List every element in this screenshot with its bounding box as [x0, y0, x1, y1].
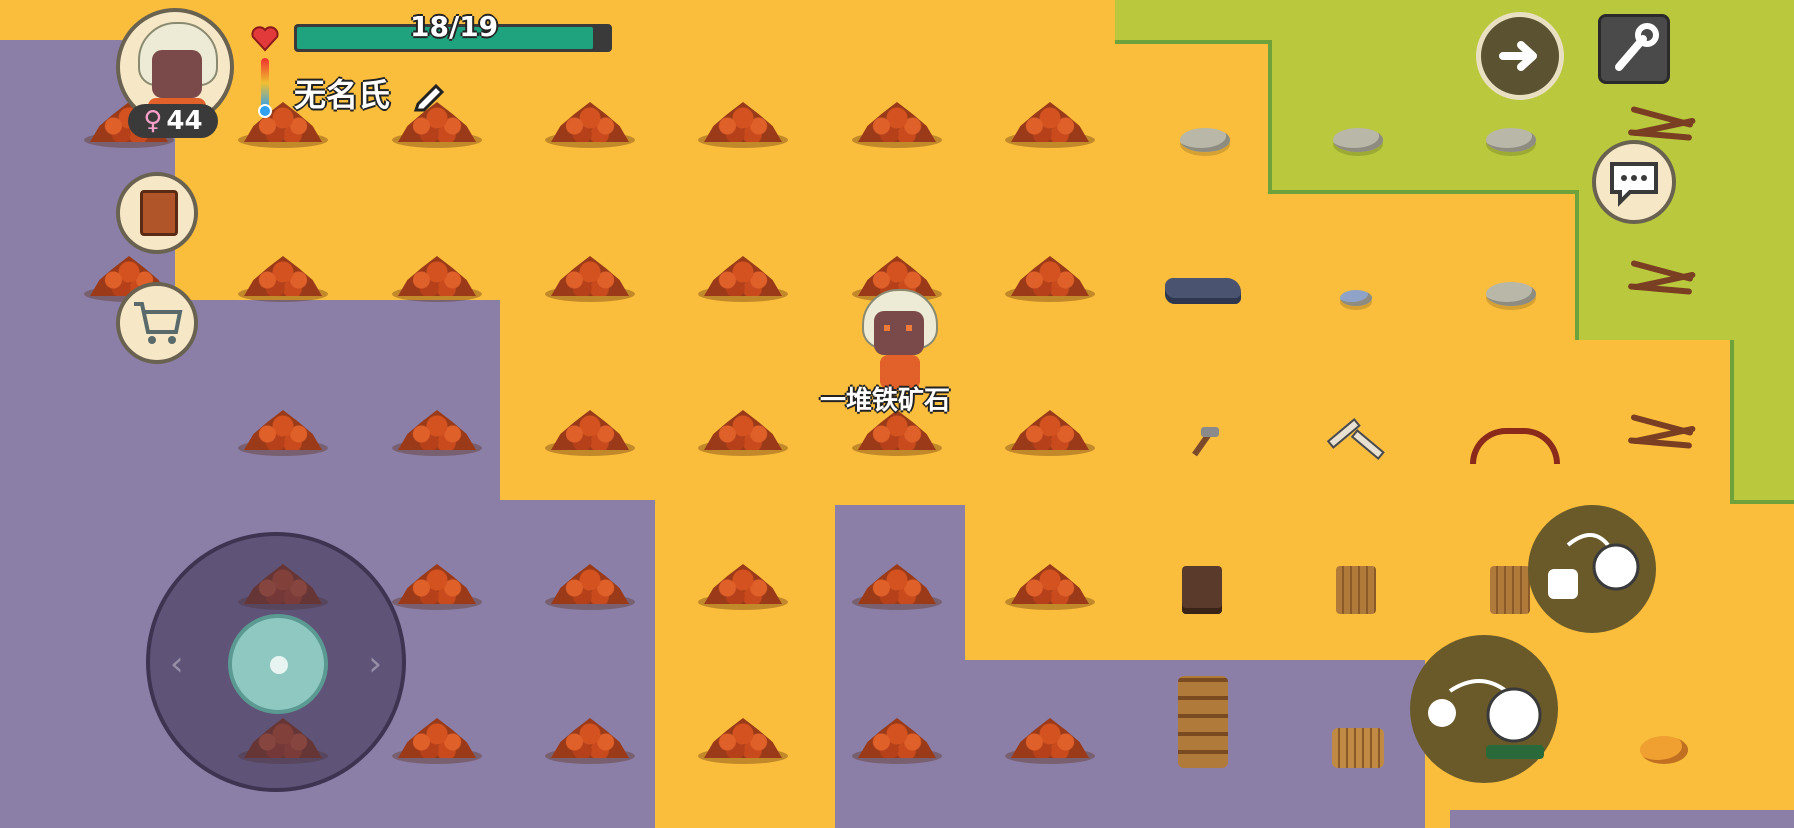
iron-ore-pile[interactable]: [848, 708, 946, 768]
iron-ore-pile[interactable]: [694, 708, 792, 768]
purple-ground-corner: [1450, 810, 1794, 828]
stone-hatchet[interactable]: [1185, 425, 1221, 457]
bent-stick[interactable]: [1326, 418, 1385, 460]
dpad-icon[interactable]: ‹ ›: [146, 532, 406, 792]
iron-ore-pile[interactable]: [848, 554, 946, 614]
bow-saw[interactable]: [1470, 428, 1560, 464]
kindling-pile[interactable]: [1620, 258, 1706, 302]
roasted-food[interactable]: [1640, 736, 1688, 764]
cart-icon[interactable]: [116, 282, 198, 364]
clay-bowl[interactable]: [1182, 566, 1222, 614]
iron-ore-pile[interactable]: [1001, 708, 1099, 768]
iron-ore-pile[interactable]: [1001, 400, 1099, 460]
iron-ore-pile[interactable]: [388, 708, 486, 768]
heart-icon: [250, 24, 280, 52]
player-character[interactable]: [858, 285, 948, 395]
pencil-icon[interactable]: [412, 76, 448, 112]
small-stone[interactable]: [1340, 290, 1372, 306]
iron-ore-pile[interactable]: [388, 554, 486, 614]
flat-basket[interactable]: [1332, 728, 1384, 768]
iron-ore-pile[interactable]: [1001, 554, 1099, 614]
wrench-icon[interactable]: [1598, 14, 1670, 84]
iron-ore-pile[interactable]: [694, 246, 792, 306]
iron-ore-pile[interactable]: [541, 400, 639, 460]
stone[interactable]: [1486, 282, 1536, 306]
iron-ore-pile[interactable]: [541, 246, 639, 306]
health-text: 18/19: [410, 10, 499, 43]
object-label: 一堆铁矿石: [820, 386, 951, 416]
iron-ore-pile[interactable]: [388, 246, 486, 306]
player-face: [874, 311, 924, 355]
thermometer-icon: [258, 58, 272, 120]
purple-ground-bottom: [500, 500, 655, 828]
iron-ore-pile[interactable]: [541, 708, 639, 768]
iron-ore-pile[interactable]: [694, 92, 792, 152]
gender-icon: ♀: [143, 106, 163, 136]
basket-stack[interactable]: [1178, 676, 1228, 768]
chevron-left-icon: ‹: [170, 644, 184, 684]
stone[interactable]: [1180, 128, 1230, 152]
iron-ore-pile[interactable]: [694, 554, 792, 614]
grab-hand-icon[interactable]: [1528, 505, 1656, 633]
basket[interactable]: [1336, 566, 1376, 614]
stone[interactable]: [1486, 128, 1536, 152]
iron-ore-pile[interactable]: [541, 92, 639, 152]
iron-ore-pile[interactable]: [1001, 92, 1099, 152]
speech-bubble-icon[interactable]: [1592, 140, 1676, 224]
basket[interactable]: [1490, 566, 1530, 614]
chevron-right-icon: ›: [368, 644, 382, 684]
iron-ore-pile[interactable]: [234, 400, 332, 460]
iron-ore-pile[interactable]: [234, 246, 332, 306]
player-name: 无名氏: [294, 76, 391, 114]
iron-ore-pile[interactable]: [694, 400, 792, 460]
age-value: 44: [166, 106, 203, 136]
iron-ore-pile[interactable]: [541, 554, 639, 614]
age-badge: ♀ 44: [128, 104, 218, 138]
kindling-pile[interactable]: [1620, 412, 1706, 456]
drop-hand-icon[interactable]: [1410, 635, 1558, 783]
grass-right-low: [1730, 340, 1794, 504]
iron-ore-pile[interactable]: [1001, 246, 1099, 306]
grass-top: [1115, 0, 1794, 44]
joystick-knob[interactable]: [228, 614, 328, 714]
book-icon[interactable]: [116, 172, 198, 254]
arrow-right-icon[interactable]: [1476, 12, 1564, 100]
iron-ore-pile[interactable]: [848, 92, 946, 152]
stone[interactable]: [1333, 128, 1383, 152]
iron-ore-pile[interactable]: [388, 400, 486, 460]
flint-pile[interactable]: [1165, 278, 1241, 304]
